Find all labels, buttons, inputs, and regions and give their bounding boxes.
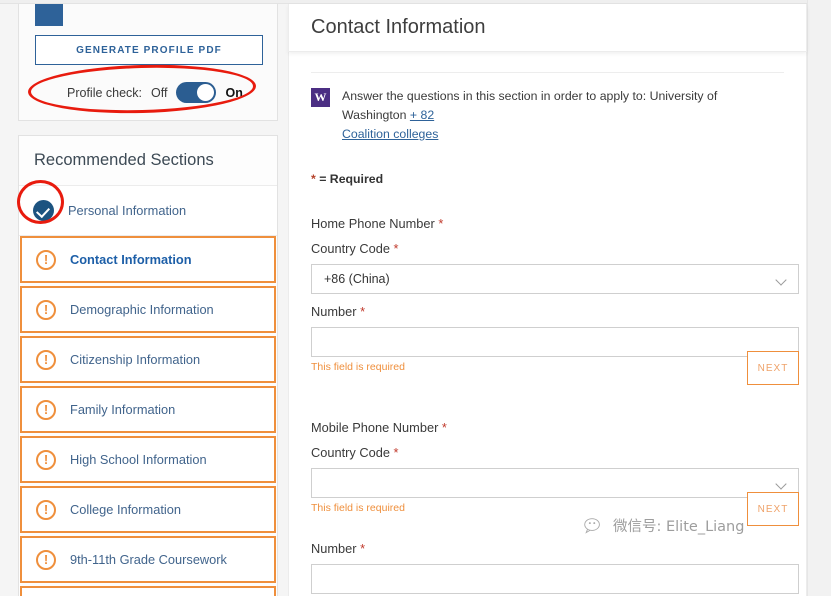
university-of-washington-logo-icon: W bbox=[311, 88, 330, 107]
required-star: * bbox=[360, 541, 366, 556]
sidebar-item-family-information[interactable]: Family Information bbox=[20, 386, 276, 433]
chevron-down-icon bbox=[775, 478, 787, 490]
field-label-mobile-number: Number * bbox=[311, 541, 784, 556]
recommended-sections-panel: Recommended Sections Personal Informatio… bbox=[18, 135, 278, 596]
toggle-knob bbox=[197, 84, 215, 101]
check-circle-icon bbox=[33, 200, 54, 221]
home-number-next-button[interactable]: NEXT bbox=[747, 351, 799, 385]
sidebar-item-personal-information[interactable]: Personal Information bbox=[19, 186, 277, 236]
sidebar-item-label: Demographic Information bbox=[70, 302, 214, 317]
sidebar: GENERATE PROFILE PDF Profile check: Off … bbox=[0, 4, 285, 596]
field-label-text: Number bbox=[311, 541, 357, 556]
sidebar-item-label: Citizenship Information bbox=[70, 352, 201, 367]
section-header: Contact Information bbox=[288, 4, 807, 52]
required-star: * bbox=[438, 216, 444, 231]
field-label-text: Country Code bbox=[311, 445, 390, 460]
warning-circle-icon bbox=[36, 449, 56, 470]
field-label-text: Country Code bbox=[311, 241, 390, 256]
field-label-text: Number bbox=[311, 304, 357, 319]
generate-profile-pdf-button[interactable]: GENERATE PROFILE PDF bbox=[35, 35, 263, 65]
main-content: Contact Information W Answer the questio… bbox=[288, 4, 807, 596]
home-country-code-value: +86 (China) bbox=[324, 272, 390, 286]
group-label-text: Home Phone Number bbox=[311, 216, 435, 231]
divider bbox=[311, 72, 784, 73]
warning-circle-icon bbox=[36, 349, 56, 370]
warning-circle-icon bbox=[36, 499, 56, 520]
required-star: * bbox=[393, 241, 399, 256]
group-label-home-phone-number: Home Phone Number * bbox=[311, 216, 784, 231]
sidebar-item-label: High School Information bbox=[70, 452, 207, 467]
home-number-input[interactable] bbox=[311, 327, 799, 357]
profile-check-on-label: On bbox=[225, 85, 243, 100]
sidebar-item-high-school-information[interactable]: High School Information bbox=[20, 436, 276, 483]
application-window: GENERATE PROFILE PDF Profile check: Off … bbox=[0, 0, 831, 596]
sidebar-item-label: Personal Information bbox=[68, 203, 187, 218]
progress-indicator-chip bbox=[35, 4, 63, 26]
sidebar-item-next-partial[interactable] bbox=[20, 586, 276, 596]
home-number-error-row: This field is required NEXT bbox=[311, 351, 799, 390]
home-country-code-select[interactable]: +86 (China) bbox=[311, 264, 799, 294]
sidebar-item-citizenship-information[interactable]: Citizenship Information bbox=[20, 336, 276, 383]
group-label-mobile-phone-number: Mobile Phone Number * bbox=[311, 420, 784, 435]
field-label-home-number: Number * bbox=[311, 304, 784, 319]
apply-note-text: Answer the questions in this section in … bbox=[342, 87, 784, 144]
profile-card: GENERATE PROFILE PDF Profile check: Off … bbox=[18, 4, 278, 121]
field-label-mobile-country-code: Country Code * bbox=[311, 445, 784, 460]
scrolled-text-fragment bbox=[311, 52, 784, 66]
required-star: * bbox=[393, 445, 399, 460]
sidebar-item-label: Contact Information bbox=[70, 252, 192, 267]
sidebar-item-9th-11th-grade-coursework[interactable]: 9th-11th Grade Coursework bbox=[20, 536, 276, 583]
field-label-home-country-code: Country Code * bbox=[311, 241, 784, 256]
group-label-text: Mobile Phone Number bbox=[311, 420, 439, 435]
sidebar-item-contact-information[interactable]: Contact Information bbox=[20, 236, 276, 283]
recommended-sections-title: Recommended Sections bbox=[19, 136, 277, 186]
mobile-country-code-select[interactable] bbox=[311, 468, 799, 498]
profile-check-off-label: Off bbox=[151, 85, 168, 100]
apply-note-sentence: Answer the questions in this section in … bbox=[342, 89, 718, 122]
watermark: 微信号: Elite_Liang bbox=[584, 515, 744, 536]
sidebar-item-label: Family Information bbox=[70, 402, 176, 417]
sidebar-item-demographic-information[interactable]: Demographic Information bbox=[20, 286, 276, 333]
mobile-country-code-error-message: This field is required bbox=[311, 502, 405, 514]
coalition-count-link[interactable]: + 82 bbox=[410, 108, 434, 122]
sidebar-item-label: 9th-11th Grade Coursework bbox=[70, 552, 227, 567]
page-right-edge bbox=[807, 0, 831, 596]
warning-circle-icon bbox=[36, 299, 56, 320]
warning-circle-icon bbox=[36, 549, 56, 570]
watermark-text: 微信号: Elite_Liang bbox=[613, 519, 745, 535]
required-star: * bbox=[360, 304, 366, 319]
profile-check-toggle[interactable] bbox=[176, 82, 217, 103]
wechat-icon bbox=[584, 517, 600, 534]
required-key-text: = Required bbox=[315, 172, 384, 186]
warning-circle-icon bbox=[36, 399, 56, 420]
warning-circle-icon bbox=[36, 249, 56, 270]
mobile-number-input[interactable] bbox=[311, 564, 799, 594]
apply-note: W Answer the questions in this section i… bbox=[311, 87, 784, 144]
required-key: * = Required bbox=[311, 172, 784, 186]
chevron-down-icon bbox=[775, 274, 787, 286]
required-star: * bbox=[441, 420, 447, 435]
page-title: Contact Information bbox=[311, 16, 486, 38]
coalition-colleges-link[interactable]: Coalition colleges bbox=[342, 127, 438, 141]
mobile-country-code-next-button[interactable]: NEXT bbox=[747, 492, 799, 526]
sidebar-item-label: College Information bbox=[70, 502, 181, 517]
profile-check-label: Profile check: bbox=[67, 85, 143, 100]
profile-check-row: Profile check: Off On bbox=[67, 82, 243, 103]
home-number-error-message: This field is required bbox=[311, 361, 405, 373]
sidebar-item-college-information[interactable]: College Information bbox=[20, 486, 276, 533]
